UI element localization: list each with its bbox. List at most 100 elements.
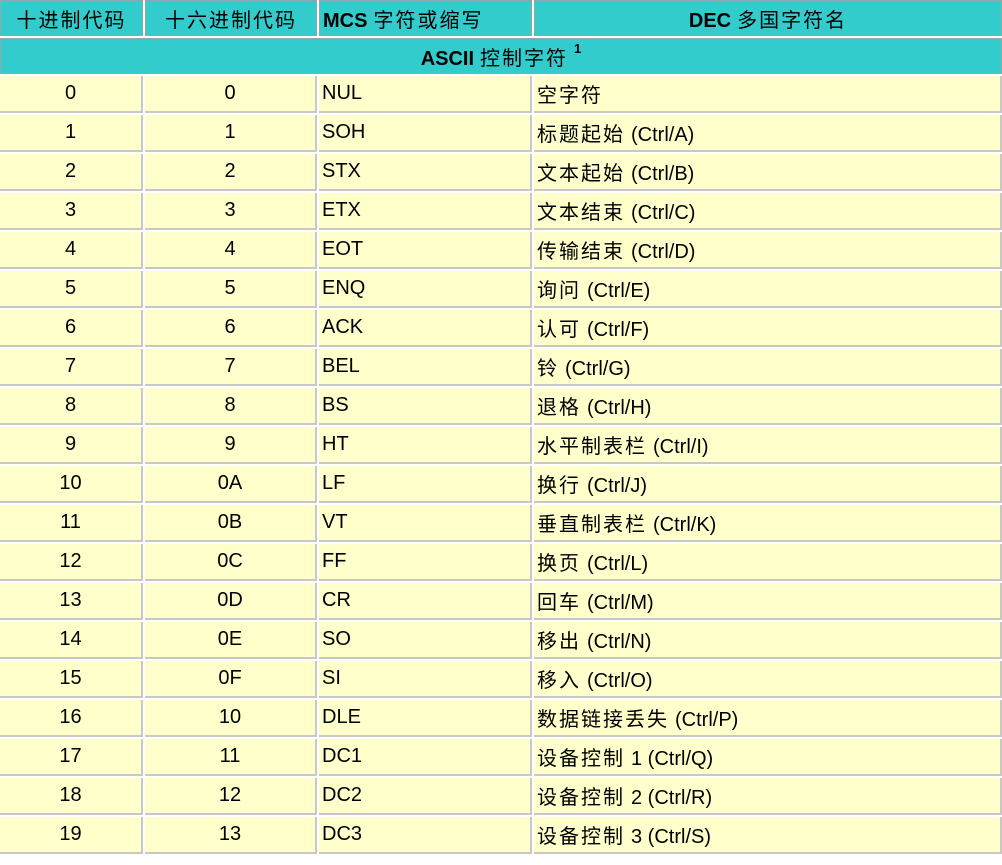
row-hex: 5: [224, 277, 236, 299]
cell-decimal: 18: [0, 778, 143, 815]
cell-decimal: 10: [0, 466, 143, 503]
row-dec: 11: [60, 511, 81, 533]
cell-dec-name: 认可 (Ctrl/F): [534, 310, 1002, 347]
cell-dec-name: 退格 (Ctrl/H): [534, 388, 1002, 425]
row-name: 标题起始: [537, 124, 625, 146]
row-key: (Ctrl/O): [587, 670, 653, 692]
cell-hex: 11: [145, 739, 317, 776]
table-row: 16 10 DLE 数据链接丢失 (Ctrl/P): [0, 700, 1002, 737]
header-mcs-bold: MCS: [323, 9, 368, 32]
cell-mcs: STX: [319, 154, 532, 191]
cell-mcs: HT: [319, 427, 532, 464]
row-key: (Ctrl/L): [587, 553, 649, 575]
row-hex: 0E: [217, 628, 243, 650]
row-dec: 4: [64, 238, 77, 260]
cell-decimal: 7: [0, 349, 143, 386]
cell-mcs: CR: [319, 583, 532, 620]
row-name: 铃: [537, 358, 559, 380]
row-key: (Ctrl/M): [587, 592, 654, 614]
row-mcs: SO: [322, 628, 351, 650]
cell-decimal: 2: [0, 154, 143, 191]
cell-decimal: 17: [0, 739, 143, 776]
row-mcs: STX: [322, 160, 361, 182]
row-key: (Ctrl/F): [587, 319, 650, 341]
section-row: ASCII 控制字符 1: [0, 38, 1002, 74]
row-hex: 4: [224, 238, 236, 260]
row-hex: 2: [224, 160, 236, 182]
table-row: 12 0C FF 换页 (Ctrl/L): [0, 544, 1002, 581]
row-dec: 12: [59, 550, 82, 572]
row-mcs: FF: [322, 550, 347, 572]
cell-hex: 0F: [145, 661, 317, 698]
table-row: 9 9 HT 水平制表栏 (Ctrl/I): [0, 427, 1002, 464]
row-name: 水平制表栏: [537, 436, 647, 458]
table-row: 5 5 ENQ 询问 (Ctrl/E): [0, 271, 1002, 308]
table-row: 1 1 SOH 标题起始 (Ctrl/A): [0, 115, 1002, 152]
cell-dec-name: 垂直制表栏 (Ctrl/K): [534, 505, 1002, 542]
row-dec: 17: [59, 745, 82, 767]
row-name: 换页: [537, 553, 581, 575]
table-row: 15 0F SI 移入 (Ctrl/O): [0, 661, 1002, 698]
cell-mcs: DC1: [319, 739, 532, 776]
cell-hex: 0A: [145, 466, 317, 503]
cell-decimal: 12: [0, 544, 143, 581]
row-mcs: ETX: [322, 199, 361, 221]
row-dec: 0: [64, 82, 77, 104]
cell-decimal: 11: [0, 505, 143, 542]
cell-hex: 1: [145, 115, 317, 152]
row-hex: 11: [219, 745, 241, 767]
cell-decimal: 1: [0, 115, 143, 152]
cell-dec-name: 移出 (Ctrl/N): [534, 622, 1002, 659]
row-name: 文本起始: [537, 163, 625, 185]
cell-hex: 3: [145, 193, 317, 230]
cell-hex: 6: [145, 310, 317, 347]
cell-decimal: 8: [0, 388, 143, 425]
row-dec: 14: [59, 628, 82, 650]
header-mcs-text: 字符或缩写: [373, 9, 484, 32]
row-name: 垂直制表栏: [537, 514, 647, 536]
header-dec-name: DEC 多国字符名: [534, 0, 1002, 36]
row-key: (Ctrl/G): [565, 358, 631, 380]
row-hex: 9: [224, 433, 236, 455]
ascii-control-table: 十进制代码 十六进制代码 MCS 字符或缩写 DEC 多国字符名 ASCII 控制字符…: [0, 0, 1002, 856]
section-text: 控制字符: [480, 47, 569, 70]
cell-mcs: ENQ: [319, 271, 532, 308]
cell-mcs: BEL: [319, 349, 532, 386]
cell-mcs: FF: [319, 544, 532, 581]
cell-decimal: 19: [0, 817, 143, 854]
row-mcs: DC2: [322, 784, 363, 806]
cell-mcs: SO: [319, 622, 532, 659]
row-hex: 0C: [217, 550, 243, 572]
cell-dec-name: 空字符: [534, 76, 1002, 113]
row-key: (Ctrl/N): [587, 631, 652, 653]
row-name: 移入: [537, 670, 581, 692]
row-name: 数据链接丢失: [537, 709, 669, 731]
cell-dec-name: 传输结束 (Ctrl/D): [534, 232, 1002, 269]
row-dec: 6: [64, 316, 77, 338]
row-key: (Ctrl/H): [587, 397, 652, 419]
cell-hex: 9: [145, 427, 317, 464]
row-key: (Ctrl/K): [653, 514, 717, 536]
table-row: 14 0E SO 移出 (Ctrl/N): [0, 622, 1002, 659]
row-hex: 6: [224, 316, 236, 338]
cell-mcs: DC3: [319, 817, 532, 854]
row-mcs: LF: [322, 472, 346, 494]
cell-mcs: DLE: [319, 700, 532, 737]
row-dec: 19: [59, 823, 82, 845]
row-dec: 3: [64, 199, 77, 221]
cell-dec-name: 设备控制 3 (Ctrl/S): [534, 817, 1002, 854]
row-hex: 13: [218, 823, 242, 845]
cell-hex: 4: [145, 232, 317, 269]
row-hex: 3: [224, 199, 236, 221]
cell-decimal: 4: [0, 232, 143, 269]
row-name: 移出: [537, 631, 581, 653]
cell-mcs: NUL: [319, 76, 532, 113]
row-hex: 10: [218, 706, 242, 728]
row-key: 3 (Ctrl/S): [631, 826, 711, 848]
row-hex: 0: [224, 82, 236, 104]
row-name: 传输结束: [537, 241, 625, 263]
row-dec: 16: [59, 706, 82, 728]
row-key: 2 (Ctrl/R): [631, 787, 713, 809]
table-row: 18 12 DC2 设备控制 2 (Ctrl/R): [0, 778, 1002, 815]
row-mcs: SI: [322, 667, 341, 689]
